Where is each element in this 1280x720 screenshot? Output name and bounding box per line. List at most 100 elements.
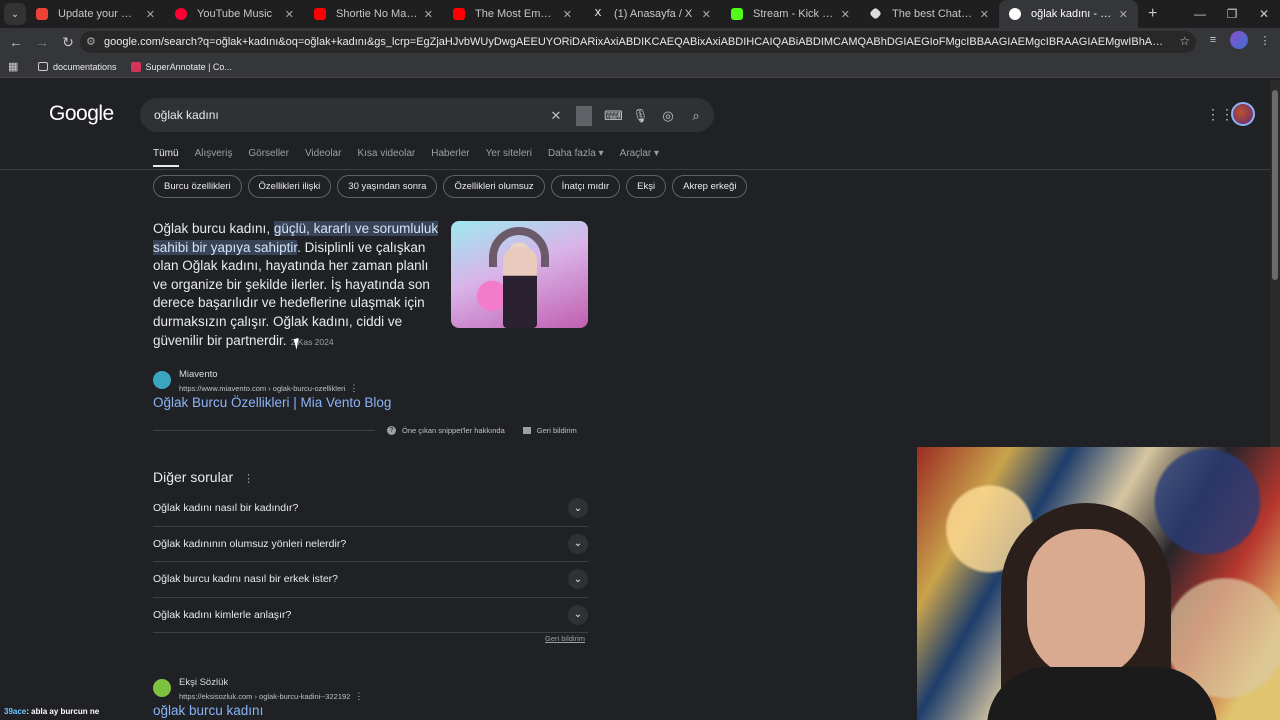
tab-label: oğlak kadını - Google'da (1031, 8, 1113, 20)
apps-grid-icon[interactable]: ▦ (8, 60, 24, 73)
tab-videos[interactable]: Videolar (305, 148, 342, 167)
chip[interactable]: Ekşi (626, 175, 667, 198)
more-options-icon[interactable]: ⋮ (349, 383, 358, 393)
microphone-icon[interactable]: 🎙 (632, 108, 649, 124)
help-icon: ? (387, 426, 396, 435)
tab-0[interactable]: Update your Workzone p ✕ (26, 0, 165, 28)
bookmark-star-icon[interactable]: ☆ (1179, 34, 1190, 48)
tab-news[interactable]: Haberler (431, 148, 469, 167)
forward-icon[interactable]: → (30, 34, 54, 50)
youtube-favicon-icon (314, 8, 326, 20)
tab-images[interactable]: Görseller (248, 148, 289, 167)
chevron-down-icon: ⌄ (568, 569, 588, 590)
chip[interactable]: Özellikleri olumsuz (443, 175, 545, 198)
result-2-source[interactable]: Ekşi Sözlük https://eksisozluk.com › ogl… (153, 677, 363, 702)
folder-icon (38, 62, 48, 71)
tab-short-videos[interactable]: Kısa videolar (357, 148, 415, 167)
paa-question[interactable]: Oğlak kadını kimlerle anlaşır? ⌄ (153, 598, 588, 633)
chip[interactable]: 30 yaşından sonra (337, 175, 438, 198)
tab-1[interactable]: YouTube Music ✕ (165, 0, 304, 28)
more-options-icon[interactable]: ⋮ (243, 473, 254, 485)
people-also-ask-list: Oğlak kadını nasıl bir kadındır? ⌄ Oğlak … (153, 491, 588, 633)
snippet-rest: . Disiplinli ve çalışkan olan Oğlak kadı… (153, 239, 430, 348)
tab-label: Stream - Kick Dashboard (753, 8, 835, 20)
tab-label: Update your Workzone p (58, 8, 140, 20)
snippet-image[interactable] (451, 221, 588, 328)
tab-close-icon[interactable]: ✕ (424, 8, 433, 21)
tab-web[interactable]: Yer siteleri (486, 148, 532, 167)
tab-2[interactable]: Shortie No Mass - Like Th ✕ (304, 0, 443, 28)
chip[interactable]: Burcu özellikleri (153, 175, 242, 198)
tab-close-icon[interactable]: ✕ (1119, 8, 1128, 21)
keyboard-icon[interactable]: ⌨ (604, 108, 623, 124)
webcam-overlay (917, 447, 1280, 720)
tab-close-icon[interactable]: ✕ (980, 8, 989, 21)
browser-toolbar: ← → ↻ ⚙ google.com/search?q=oğlak+kadını… (0, 28, 1280, 56)
refinement-chips: Burcu özellikleri Özellikleri ilişki 30 … (153, 175, 748, 198)
maximize-icon[interactable]: ❐ (1216, 7, 1248, 21)
tab-4[interactable]: X (1) Anasayfa / X ✕ (582, 0, 721, 28)
toolbar-actions: ≡ ⋮ (1204, 31, 1274, 49)
account-avatar[interactable] (1231, 102, 1255, 126)
tab-close-icon[interactable]: ✕ (146, 8, 155, 21)
tab-3[interactable]: The Most Embarrassing A ✕ (443, 0, 582, 28)
source-url: https://eksisozluk.com › oglak-burcu-kad… (179, 691, 364, 701)
profile-avatar-icon[interactable] (1230, 31, 1248, 49)
youtube-favicon-icon (453, 8, 465, 20)
bookmark-superannotate[interactable]: SuperAnnotate | Co... (130, 61, 232, 72)
address-bar[interactable]: ⚙ google.com/search?q=oğlak+kadını&oq=oğ… (80, 31, 1196, 53)
google-logo[interactable]: Google (49, 102, 114, 126)
streamer-face (1027, 529, 1145, 679)
feedback-link[interactable]: Geri bildirim (537, 426, 577, 435)
clear-icon[interactable]: ✕ (548, 108, 564, 124)
superannotate-favicon-icon (130, 61, 141, 72)
media-controls-icon[interactable]: ≡ (1204, 31, 1222, 49)
bookmark-documentations[interactable]: documentations (38, 62, 117, 72)
tab-close-icon[interactable]: ✕ (702, 8, 711, 21)
people-also-ask-title: Diğer sorular ⋮ (153, 469, 255, 485)
result-2-title-link[interactable]: oğlak burcu kadını (153, 703, 263, 718)
lens-icon[interactable]: ◎ (660, 108, 676, 124)
source-url: https://www.miavento.com › oglak-burcu-o… (179, 383, 359, 393)
snippet-source[interactable]: Miavento https://www.miavento.com › ogla… (153, 369, 358, 394)
paa-question[interactable]: Oğlak burcu kadını nasıl bir erkek ister… (153, 562, 588, 598)
paa-question[interactable]: Oğlak kadınının olumsuz yönleri nelerdir… (153, 527, 588, 562)
result-title-link[interactable]: Oğlak Burcu Özellikleri | Mia Vento Blog (153, 395, 391, 410)
tab-5[interactable]: Stream - Kick Dashboard ✕ (721, 0, 860, 28)
search-icon[interactable]: ⌕ (688, 108, 704, 124)
site-info-icon[interactable]: ⚙ (86, 35, 96, 48)
close-window-icon[interactable]: ✕ (1248, 7, 1280, 21)
menu-kebab-icon[interactable]: ⋮ (1256, 31, 1274, 49)
chip[interactable]: Akrep erkeği (672, 175, 748, 198)
chat-message: 39ace: abla ay burcun ne (4, 707, 99, 716)
tab-close-icon[interactable]: ✕ (841, 8, 850, 21)
tab-tools[interactable]: Araçlar ▾ (620, 148, 659, 167)
tab-6[interactable]: The best ChatBot and Wi ✕ (860, 0, 999, 28)
back-icon[interactable]: ← (4, 34, 28, 50)
tab-search-button[interactable]: ⌄ (4, 3, 26, 25)
kick-favicon-icon (731, 8, 743, 20)
paa-question[interactable]: Oğlak kadını nasıl bir kadındır? ⌄ (153, 491, 588, 527)
tab-bar: ⌄ Update your Workzone p ✕ YouTube Music ✕… (0, 0, 1280, 28)
tab-close-icon[interactable]: ✕ (285, 8, 294, 21)
bookmarks-bar: ▦ documentations SuperAnnotate | Co... (0, 56, 1280, 78)
new-tab-button[interactable]: + (1148, 5, 1157, 23)
scrollbar-thumb[interactable] (1272, 90, 1278, 280)
more-options-icon[interactable]: ⋮ (354, 691, 363, 701)
chip[interactable]: Özellikleri ilişki (247, 175, 332, 198)
reload-icon[interactable]: ↻ (56, 34, 80, 51)
chip[interactable]: İnatçı mıdır (550, 175, 621, 198)
window-controls: — ❐ ✕ (1184, 0, 1280, 28)
minimize-icon[interactable]: — (1184, 7, 1216, 21)
streamer-body (987, 667, 1217, 720)
tab-more[interactable]: Daha fazla ▾ (548, 148, 604, 167)
tab-all[interactable]: Tümü (153, 148, 179, 167)
search-input[interactable]: oğlak kadını ✕ ⌨ 🎙 ◎ ⌕ (140, 98, 714, 132)
about-snippets-link[interactable]: Öne çıkan snippet'ler hakkında (402, 426, 505, 435)
paa-feedback-link[interactable]: Geri bildirim (545, 634, 585, 643)
tab-close-icon[interactable]: ✕ (563, 8, 572, 21)
tab-shopping[interactable]: Alışveriş (195, 148, 233, 167)
tab-7-active[interactable]: oğlak kadını - Google'da ✕ (999, 0, 1138, 28)
search-tabs: Tümü Alışveriş Görseller Videolar Kısa v… (153, 148, 659, 167)
chevron-down-icon: ⌄ (568, 533, 588, 554)
